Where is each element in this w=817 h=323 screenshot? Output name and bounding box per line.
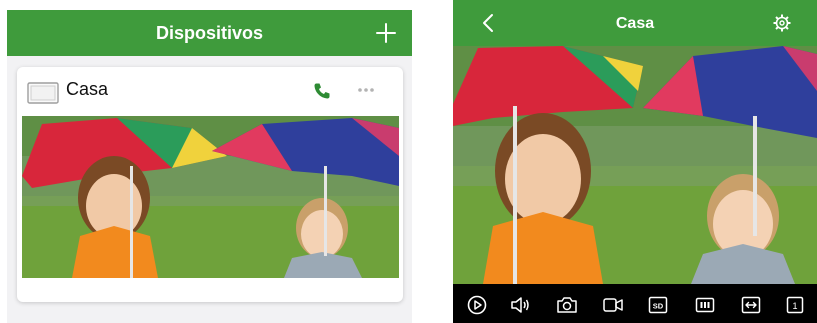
audio-button[interactable] — [509, 294, 531, 316]
channel-icon: 1 — [786, 296, 804, 314]
record-button[interactable] — [602, 294, 624, 316]
live-view-header: Casa — [453, 0, 817, 46]
device-list-header: Dispositivos — [7, 10, 412, 56]
svg-text:SD: SD — [653, 302, 664, 311]
live-video-feed[interactable] — [453, 46, 817, 284]
add-device-button[interactable] — [374, 21, 398, 45]
fit-screen-icon — [741, 296, 761, 314]
page-title: Casa — [615, 15, 655, 32]
camera-device-icon — [27, 82, 59, 104]
more-options-button[interactable] — [357, 81, 375, 99]
channel-button[interactable]: 1 — [784, 294, 806, 316]
device-name: Casa — [66, 79, 109, 99]
device-list-screen: Dispositivos Casa — [7, 10, 412, 323]
record-video-icon — [603, 298, 623, 312]
svg-text:1: 1 — [792, 301, 797, 311]
plus-icon — [376, 23, 396, 43]
phone-icon — [314, 83, 330, 99]
camera-thumbnail[interactable] — [22, 116, 399, 278]
settings-button[interactable] — [773, 14, 791, 32]
call-button[interactable] — [312, 81, 332, 101]
sd-card-button[interactable]: SD — [647, 294, 669, 316]
fit-screen-button[interactable] — [740, 294, 762, 316]
playback-controls-bar: SD 1 — [453, 284, 817, 323]
more-dots-icon — [358, 88, 374, 92]
quality-bars-icon — [695, 297, 715, 313]
snapshot-camera-icon — [557, 297, 577, 313]
sd-card-icon: SD — [648, 296, 668, 314]
quality-button[interactable] — [694, 294, 716, 316]
play-button[interactable] — [466, 294, 488, 316]
speaker-icon — [511, 297, 529, 313]
live-view-screen: Casa SD 1 — [453, 0, 817, 323]
page-title: Dispositivos — [155, 23, 264, 43]
snapshot-button[interactable] — [556, 294, 578, 316]
device-card[interactable]: Casa — [17, 67, 403, 302]
gear-icon — [773, 14, 791, 32]
play-icon — [467, 295, 487, 315]
